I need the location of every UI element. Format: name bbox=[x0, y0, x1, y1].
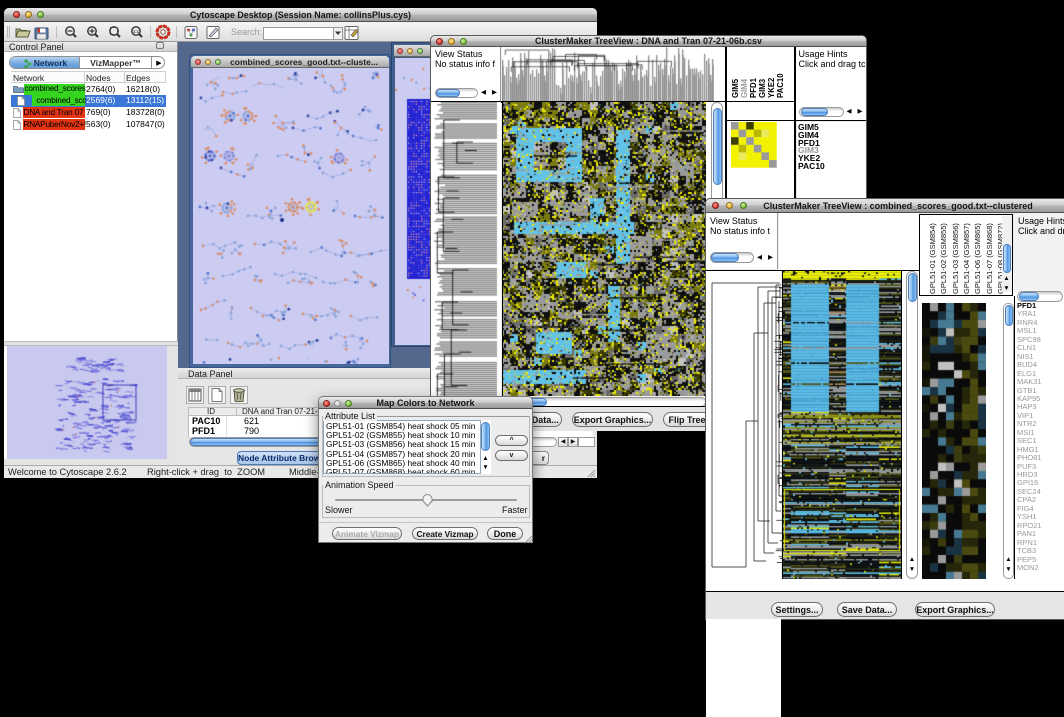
svg-text:Search:: Search: bbox=[231, 27, 262, 37]
svg-text:1:1: 1:1 bbox=[133, 29, 140, 34]
